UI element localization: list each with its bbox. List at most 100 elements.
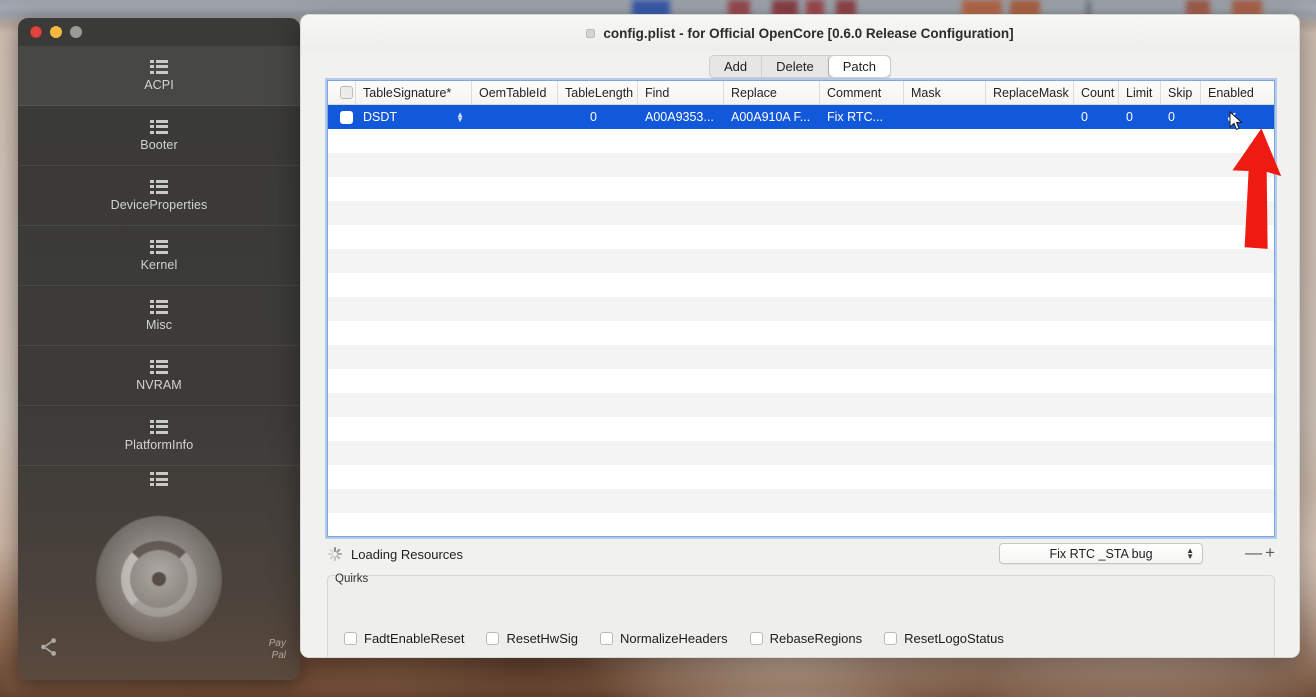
quirks-checkbox-row: FadtEnableReset ResetHwSig NormalizeHead… — [328, 631, 1274, 646]
list-icon — [150, 299, 168, 314]
zoom-window-button[interactable] — [70, 26, 82, 38]
checkbox-icon[interactable] — [749, 632, 763, 645]
cell-tablesignature-value: DSDT — [363, 110, 398, 124]
list-icon — [150, 59, 168, 74]
cell-enabled[interactable]: ✓ — [1201, 109, 1274, 126]
window-titlebar[interactable]: config.plist - for Official OpenCore [0.… — [301, 15, 1299, 51]
checkbox-icon[interactable] — [884, 632, 898, 645]
remove-row-button[interactable]: — — [1245, 544, 1262, 561]
chevron-updown-icon: ▲ ▼ — [1186, 545, 1194, 561]
delete-button[interactable]: Delete — [762, 55, 829, 77]
enabled-checkbox[interactable]: ✓ — [1226, 109, 1238, 126]
table-row-empty[interactable] — [328, 273, 1274, 297]
sidebar-nav: ACPI Booter DeviceProperties Kernel Misc… — [18, 46, 300, 500]
list-icon — [150, 472, 168, 486]
add-row-button[interactable]: + — [1265, 544, 1275, 561]
sidebar-item-label: ACPI — [144, 77, 174, 92]
tablesignature-stepper[interactable]: ▲ ▼ — [456, 111, 464, 124]
column-header-mask[interactable]: Mask — [904, 81, 986, 104]
quirk-label: FadtEnableReset — [364, 631, 465, 646]
sidebar-panel: ACPI Booter DeviceProperties Kernel Misc… — [18, 18, 300, 680]
row-checkbox[interactable] — [340, 110, 353, 124]
column-header-enabled[interactable]: Enabled — [1201, 81, 1274, 104]
sidebar-item-misc[interactable]: Misc — [18, 286, 300, 346]
add-button[interactable]: Add — [710, 55, 763, 77]
config-plist-window: config.plist - for Official OpenCore [0.… — [300, 14, 1300, 658]
loading-status-label: Loading Resources — [351, 546, 464, 562]
quirk-resethwsig[interactable]: ResetHwSig — [486, 631, 578, 646]
sidebar-item-partial[interactable] — [18, 466, 300, 500]
table-row-empty[interactable] — [328, 225, 1274, 249]
quirk-resetlogostatus[interactable]: ResetLogoStatus — [884, 631, 1004, 646]
list-icon — [150, 239, 168, 254]
sidebar-item-label: Booter — [140, 137, 178, 152]
table-row-empty[interactable] — [328, 441, 1274, 465]
document-proxy-icon[interactable] — [586, 28, 596, 38]
table-row-empty[interactable] — [328, 345, 1274, 369]
column-header-oemtableid[interactable]: OemTableId — [472, 81, 558, 104]
select-all-checkbox[interactable] — [340, 86, 353, 99]
cell-tablelength[interactable]: 0 — [558, 110, 638, 124]
table-row-empty[interactable] — [328, 513, 1274, 536]
select-all-header[interactable] — [328, 81, 356, 104]
quirk-fadtenablereset[interactable]: FadtEnableReset — [344, 631, 464, 646]
acpi-patch-table[interactable]: TableSignature* OemTableId TableLength F… — [327, 80, 1275, 537]
cell-replace[interactable]: A00A910A F... — [724, 110, 820, 124]
paypal-label[interactable]: Pay Pal — [269, 638, 286, 662]
cell-comment[interactable]: Fix RTC... — [820, 110, 904, 124]
patch-preset-select[interactable]: Fix RTC _STA bug ▲ ▼ — [999, 543, 1203, 564]
patch-button[interactable]: Patch — [828, 55, 890, 77]
close-window-button[interactable] — [30, 26, 42, 38]
column-header-comment[interactable]: Comment — [820, 81, 904, 104]
row-select-cell[interactable] — [328, 110, 356, 124]
sidebar-item-booter[interactable]: Booter — [18, 106, 300, 166]
quirks-title: Quirks — [335, 573, 369, 585]
checkbox-icon[interactable] — [486, 632, 500, 645]
segmented-control: Add Delete Patch — [709, 54, 891, 78]
quirk-normalizeheaders[interactable]: NormalizeHeaders — [599, 631, 728, 646]
table-row-empty[interactable] — [328, 249, 1274, 273]
table-row-empty[interactable] — [328, 297, 1274, 321]
column-header-tablelength[interactable]: TableLength — [558, 81, 638, 104]
column-header-count[interactable]: Count — [1074, 81, 1119, 104]
cell-skip[interactable]: 0 — [1161, 110, 1201, 124]
table-row-empty[interactable] — [328, 321, 1274, 345]
cell-limit[interactable]: 0 — [1119, 110, 1161, 124]
sidebar-item-acpi[interactable]: ACPI — [18, 46, 300, 106]
column-header-find[interactable]: Find — [638, 81, 724, 104]
table-row-empty[interactable] — [328, 369, 1274, 393]
table-row-empty[interactable] — [328, 177, 1274, 201]
minimize-window-button[interactable] — [50, 26, 62, 38]
checkbox-icon[interactable] — [599, 632, 613, 645]
table-row-empty[interactable] — [328, 489, 1274, 513]
quirk-label: RebaseRegions — [769, 631, 863, 646]
table-row-empty[interactable] — [328, 153, 1274, 177]
cell-count[interactable]: 0 — [1074, 110, 1119, 124]
table-row-empty[interactable] — [328, 129, 1274, 153]
toolbar: Add Delete Patch — [301, 51, 1299, 81]
table-row[interactable]: DSDT ▲ ▼ 0 A00A9353... A00A910A F... Fix … — [328, 105, 1274, 129]
cell-find[interactable]: A00A9353... — [638, 110, 724, 124]
column-header-replacemask[interactable]: ReplaceMask — [986, 81, 1074, 104]
cell-tablesignature[interactable]: DSDT ▲ ▼ — [356, 110, 472, 124]
sidebar-item-label: PlatformInfo — [124, 437, 194, 452]
share-icon[interactable] — [38, 636, 60, 658]
sidebar-item-kernel[interactable]: Kernel — [18, 226, 300, 286]
table-row-empty[interactable] — [328, 465, 1274, 489]
checkbox-icon[interactable] — [344, 632, 357, 645]
column-header-replace[interactable]: Replace — [724, 81, 820, 104]
sidebar-item-deviceproperties[interactable]: DeviceProperties — [18, 166, 300, 226]
window-title: config.plist - for Official OpenCore [0.… — [603, 25, 1014, 41]
sidebar-item-nvram[interactable]: NVRAM — [18, 346, 300, 406]
sidebar-item-platforminfo[interactable]: PlatformInfo — [18, 406, 300, 466]
quirk-rebaseregions[interactable]: RebaseRegions — [749, 631, 863, 646]
column-header-skip[interactable]: Skip — [1161, 81, 1201, 104]
table-body: DSDT ▲ ▼ 0 A00A9353... A00A910A F... Fix … — [328, 105, 1274, 536]
column-header-tablesignature[interactable]: TableSignature* — [356, 81, 472, 104]
table-row-empty[interactable] — [328, 393, 1274, 417]
table-row-empty[interactable] — [328, 417, 1274, 441]
window-traffic-lights — [30, 26, 82, 38]
column-header-limit[interactable]: Limit — [1119, 81, 1161, 104]
table-row-empty[interactable] — [328, 201, 1274, 225]
table-header-row: TableSignature* OemTableId TableLength F… — [328, 81, 1274, 105]
